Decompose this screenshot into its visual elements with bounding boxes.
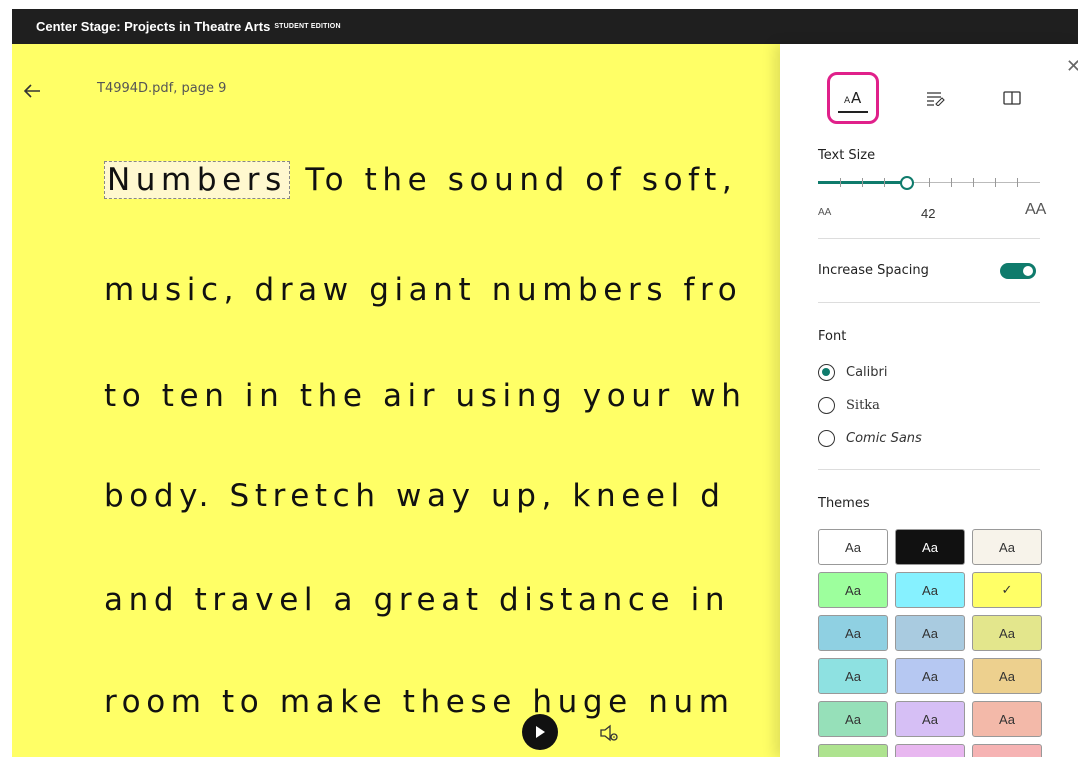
swatch-label: Aa	[845, 668, 861, 684]
swatch-label: Aa	[845, 625, 861, 641]
font-option-calibri[interactable]: Calibri	[818, 364, 887, 381]
book-title: Center Stage: Projects in Theatre Arts	[36, 19, 271, 34]
edition-label: STUDENT EDITION	[274, 23, 341, 30]
text-size-label: Text Size	[818, 148, 876, 163]
toggle-knob	[1023, 266, 1033, 276]
text-size-icon: A A	[844, 89, 862, 107]
app-title-bar: Center Stage: Projects in Theatre Arts S…	[12, 9, 1078, 44]
increase-spacing-label: Increase Spacing	[818, 263, 929, 278]
slider-tick	[973, 178, 974, 187]
font-option-comic-sans[interactable]: Comic Sans	[818, 430, 922, 447]
theme-swatch[interactable]: Aa	[972, 744, 1042, 757]
slider-tick	[862, 178, 863, 187]
reading-line-6[interactable]: room to make these huge num	[104, 684, 735, 720]
radio-button[interactable]	[818, 430, 835, 447]
theme-swatch[interactable]: Aa	[818, 529, 888, 565]
tab-reading-preferences[interactable]	[986, 72, 1038, 124]
themes-label: Themes	[818, 496, 870, 511]
reading-line-2[interactable]: music, draw giant numbers fro	[104, 272, 742, 308]
slider-tick	[840, 178, 841, 187]
theme-swatch[interactable]: Aa	[818, 658, 888, 694]
theme-swatch[interactable]: ✓	[972, 572, 1042, 608]
grammar-icon	[927, 92, 945, 106]
tab-text-preferences[interactable]: A A	[827, 72, 879, 124]
theme-swatch[interactable]: Aa	[972, 529, 1042, 565]
tab-selected-indicator	[838, 111, 868, 113]
theme-swatch[interactable]: Aa	[895, 529, 965, 565]
slider-tick	[995, 178, 996, 187]
back-arrow-icon[interactable]	[20, 78, 46, 104]
theme-swatch[interactable]: Aa	[818, 615, 888, 651]
slider-thumb[interactable]	[900, 176, 914, 190]
swatch-label: Aa	[922, 539, 938, 555]
swatch-label: Aa	[845, 582, 861, 598]
theme-swatch[interactable]: Aa	[818, 744, 888, 757]
themes-grid: Aa Aa Aa Aa Aa ✓ Aa Aa Aa Aa Aa Aa Aa Aa Aa Aa Aa Aa	[818, 529, 1042, 757]
increase-spacing-toggle[interactable]	[1000, 263, 1036, 279]
swatch-label: Aa	[922, 668, 938, 684]
checkmark-icon: ✓	[1001, 582, 1013, 597]
book-icon	[1003, 91, 1021, 105]
theme-swatch[interactable]: Aa	[895, 744, 965, 757]
highlighted-word[interactable]: Numbers	[104, 161, 290, 199]
swatch-label: Aa	[999, 539, 1015, 555]
play-button[interactable]	[522, 714, 558, 750]
theme-swatch[interactable]: Aa	[895, 572, 965, 608]
swatch-label: Aa	[845, 711, 861, 727]
immersive-reader-view: T4994D.pdf, page 9 Numbers To the sound …	[12, 44, 780, 757]
swatch-label: Aa	[922, 625, 938, 641]
theme-swatch[interactable]: Aa	[972, 701, 1042, 737]
reading-line-1[interactable]: Numbers To the sound of soft,	[104, 161, 738, 199]
document-location: T4994D.pdf, page 9	[97, 81, 227, 96]
reading-line-5[interactable]: and travel a great distance in	[104, 582, 730, 618]
theme-swatch[interactable]: Aa	[818, 701, 888, 737]
text-size-slider[interactable]	[818, 172, 1040, 194]
svg-text:A: A	[851, 89, 862, 107]
reader-settings-panel: ✕ A A Text Size AA 42 AA Increase Spacin…	[780, 44, 1078, 757]
slider-tick	[1017, 178, 1018, 187]
text-size-value: 42	[921, 206, 936, 221]
divider	[818, 238, 1040, 239]
divider	[818, 469, 1040, 470]
swatch-label: Aa	[999, 625, 1015, 641]
svg-text:A: A	[844, 96, 851, 106]
font-option-label: Comic Sans	[846, 431, 922, 446]
reading-line-4[interactable]: body. Stretch way up, kneel d	[104, 478, 726, 514]
line-text: To the sound of soft,	[289, 162, 738, 198]
theme-swatch[interactable]: Aa	[818, 572, 888, 608]
swatch-label: Aa	[922, 711, 938, 727]
font-option-sitka[interactable]: Sitka	[818, 397, 880, 414]
radio-button[interactable]	[818, 364, 835, 381]
voice-settings-icon[interactable]	[598, 722, 620, 744]
theme-swatch[interactable]: Aa	[895, 658, 965, 694]
slider-tick	[884, 178, 885, 187]
decrease-size-glyph: AA	[818, 207, 832, 218]
slider-tick	[951, 178, 952, 187]
divider	[818, 302, 1040, 303]
font-label: Font	[818, 329, 847, 344]
theme-swatch[interactable]: Aa	[895, 701, 965, 737]
slider-tick	[929, 178, 930, 187]
close-icon[interactable]: ✕	[1066, 56, 1078, 77]
radio-button[interactable]	[818, 397, 835, 414]
increase-size-glyph: AA	[1025, 201, 1047, 218]
reading-line-3[interactable]: to ten in the air using your wh	[104, 378, 747, 414]
theme-swatch[interactable]: Aa	[972, 658, 1042, 694]
swatch-label: Aa	[845, 539, 861, 555]
play-icon	[536, 726, 545, 738]
font-option-label: Sitka	[846, 398, 880, 413]
swatch-label: Aa	[999, 711, 1015, 727]
swatch-label: Aa	[922, 582, 938, 598]
tab-grammar-options[interactable]	[909, 72, 961, 124]
font-option-label: Calibri	[846, 365, 888, 380]
theme-swatch[interactable]: Aa	[895, 615, 965, 651]
theme-swatch[interactable]: Aa	[972, 615, 1042, 651]
swatch-label: Aa	[999, 668, 1015, 684]
